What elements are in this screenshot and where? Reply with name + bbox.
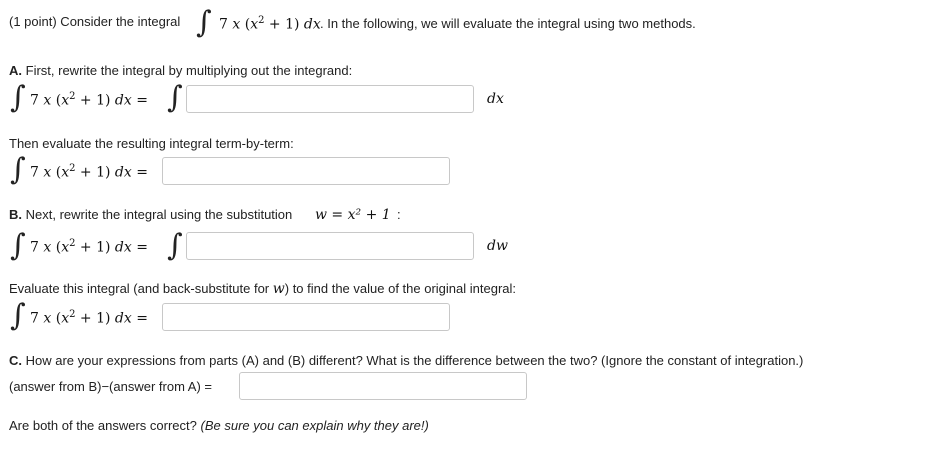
- part-c-prompt-text: How are your expressions from parts (A) …: [25, 353, 804, 368]
- integral-sign: ∫: [196, 5, 212, 40]
- part-a-prompt-text: First, rewrite the integral by multiplyi…: [25, 63, 353, 78]
- part-a-differential: dx: [487, 91, 504, 107]
- part-a-integrand-2: 7 x (x2 + 1) dx =: [30, 163, 148, 181]
- problem-header: (1 point) Consider the integral: [9, 14, 180, 29]
- part-b-evaluate-var: w: [272, 281, 285, 297]
- part-c-difference-label: (answer from B)−(answer from A) =: [9, 379, 212, 394]
- header-tail-text: . In the following, we will evaluate the…: [320, 16, 696, 31]
- part-b-differential: dw: [487, 238, 508, 254]
- page: { "header": { "points": "(1 point) Consi…: [0, 0, 938, 451]
- part-b-substitution: w = x² + 1: [315, 207, 391, 223]
- header-points-text: (1 point) Consider the integral: [9, 14, 181, 29]
- integral-sign: ∫: [10, 228, 26, 263]
- part-b-integrand: 7 x (x2 + 1) dx =: [30, 238, 148, 256]
- part-c-difference-input[interactable]: [239, 372, 527, 400]
- part-b-rewrite-input[interactable]: [186, 232, 474, 260]
- part-c-letter: C.: [9, 353, 22, 368]
- part-b-prompt-text: Next, rewrite the integral using the sub…: [25, 207, 293, 222]
- integral-sign: ∫: [10, 152, 26, 187]
- part-b-evaluate-prompt: Evaluate this integral (and back-substit…: [9, 281, 516, 297]
- part-c-final-hint: (Be sure you can explain why they are!): [200, 418, 429, 433]
- integral-sign: ∫: [167, 80, 183, 115]
- header-integrand: 7 x (x2 + 1) dx: [219, 15, 321, 33]
- integral-sign: ∫: [10, 80, 26, 115]
- part-a-evaluate-prompt: Then evaluate the resulting integral ter…: [9, 136, 294, 151]
- part-a-letter: A.: [9, 63, 22, 78]
- part-b-evaluate-text-end: ) to find the value of the original inte…: [284, 281, 517, 296]
- part-c-final-question: Are both of the answers correct? (Be sur…: [9, 418, 429, 433]
- part-a-evaluate-input[interactable]: [162, 157, 450, 185]
- part-b-letter: B.: [9, 207, 22, 222]
- part-a-integrand: 7 x (x2 + 1) dx =: [30, 91, 148, 109]
- part-b-prompt: B. Next, rewrite the integral using the …: [9, 207, 292, 222]
- part-b-evaluate-input[interactable]: [162, 303, 450, 331]
- part-a-rewrite-input[interactable]: [186, 85, 474, 113]
- part-c-prompt: C. How are your expressions from parts (…: [9, 353, 803, 368]
- part-a-prompt: A. First, rewrite the integral by multip…: [9, 63, 352, 78]
- part-b-evaluate-text-start: Evaluate this integral (and back-substit…: [9, 281, 270, 296]
- integral-sign: ∫: [10, 298, 26, 333]
- part-c-final-question-text: Are both of the answers correct?: [9, 418, 197, 433]
- part-b-colon: :: [397, 207, 401, 222]
- part-b-integrand-2: 7 x (x2 + 1) dx =: [30, 309, 148, 327]
- integral-sign: ∫: [167, 228, 183, 263]
